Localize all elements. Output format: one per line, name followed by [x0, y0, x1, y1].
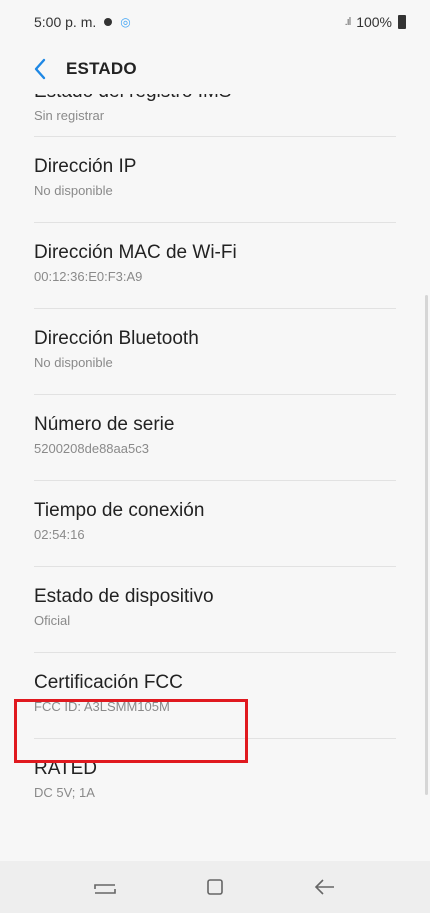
- item-title: RATED: [34, 758, 97, 779]
- item-title: Certificación FCC: [34, 672, 183, 693]
- page-title: ESTADO: [66, 59, 137, 78]
- list-item-wifi-mac[interactable]: Dirección MAC de Wi-Fi 00:12:36:E0:F3:A9: [34, 223, 396, 309]
- item-title: Dirección IP: [34, 156, 137, 177]
- status-bar: 5:00 p. m. ◎ .ıl 100%: [0, 0, 430, 44]
- home-icon[interactable]: [195, 867, 235, 907]
- item-subtitle: FCC ID: A3LSMM105M: [34, 699, 170, 714]
- status-list-content: Estado del registro IMS Sin registrar Di…: [0, 94, 430, 825]
- item-title: Dirección Bluetooth: [34, 328, 199, 349]
- clock: 5:00 p. m.: [34, 14, 97, 30]
- list-item-uptime[interactable]: Tiempo de conexión 02:54:16: [34, 481, 396, 567]
- list-item-device-status[interactable]: Estado de dispositivo Oficial: [34, 567, 396, 653]
- recent-apps-icon[interactable]: [85, 867, 125, 907]
- status-bar-left: 5:00 p. m. ◎: [34, 14, 131, 30]
- navigation-bar: [0, 861, 430, 913]
- list-item-ims-status[interactable]: Estado del registro IMS Sin registrar: [34, 94, 396, 137]
- status-bar-right: .ıl 100%: [345, 14, 406, 30]
- scrollbar[interactable]: [425, 295, 428, 795]
- item-title: Tiempo de conexión: [34, 500, 205, 521]
- item-subtitle: Oficial: [34, 613, 71, 628]
- item-title: Estado del registro IMS: [34, 94, 396, 104]
- item-title: Dirección MAC de Wi-Fi: [34, 242, 237, 263]
- item-subtitle: 02:54:16: [34, 527, 85, 542]
- battery-icon: [398, 15, 406, 29]
- item-subtitle: Sin registrar: [34, 108, 105, 123]
- list-item-serial-number[interactable]: Número de serie 5200208de88aa5c3: [34, 395, 396, 481]
- list-item-fcc-certification[interactable]: Certificación FCC FCC ID: A3LSMM105M: [34, 653, 396, 739]
- status-list[interactable]: Estado del registro IMS Sin registrar Di…: [0, 94, 430, 861]
- item-subtitle: DC 5V; 1A: [34, 785, 95, 800]
- list-item-bluetooth-address[interactable]: Dirección Bluetooth No disponible: [34, 309, 396, 395]
- battery-percent: 100%: [356, 14, 392, 30]
- item-subtitle: No disponible: [34, 183, 113, 198]
- notification-icon: ◎: [120, 15, 131, 29]
- list-item-rated[interactable]: RATED DC 5V; 1A: [34, 739, 396, 825]
- back-arrow-icon[interactable]: [305, 867, 345, 907]
- item-subtitle: 00:12:36:E0:F3:A9: [34, 269, 143, 284]
- item-subtitle: No disponible: [34, 355, 113, 370]
- chevron-left-icon[interactable]: [28, 55, 52, 83]
- signal-icon: .ıl: [344, 16, 351, 28]
- app-header: ESTADO: [0, 44, 430, 94]
- item-title: Número de serie: [34, 414, 175, 435]
- item-title: Estado de dispositivo: [34, 586, 214, 607]
- item-subtitle: 5200208de88aa5c3: [34, 441, 149, 456]
- status-screen: 5:00 p. m. ◎ .ıl 100% ESTADO Estado del …: [0, 0, 430, 913]
- notification-dot-icon: [104, 18, 113, 26]
- list-item-ip-address[interactable]: Dirección IP No disponible: [34, 137, 396, 223]
